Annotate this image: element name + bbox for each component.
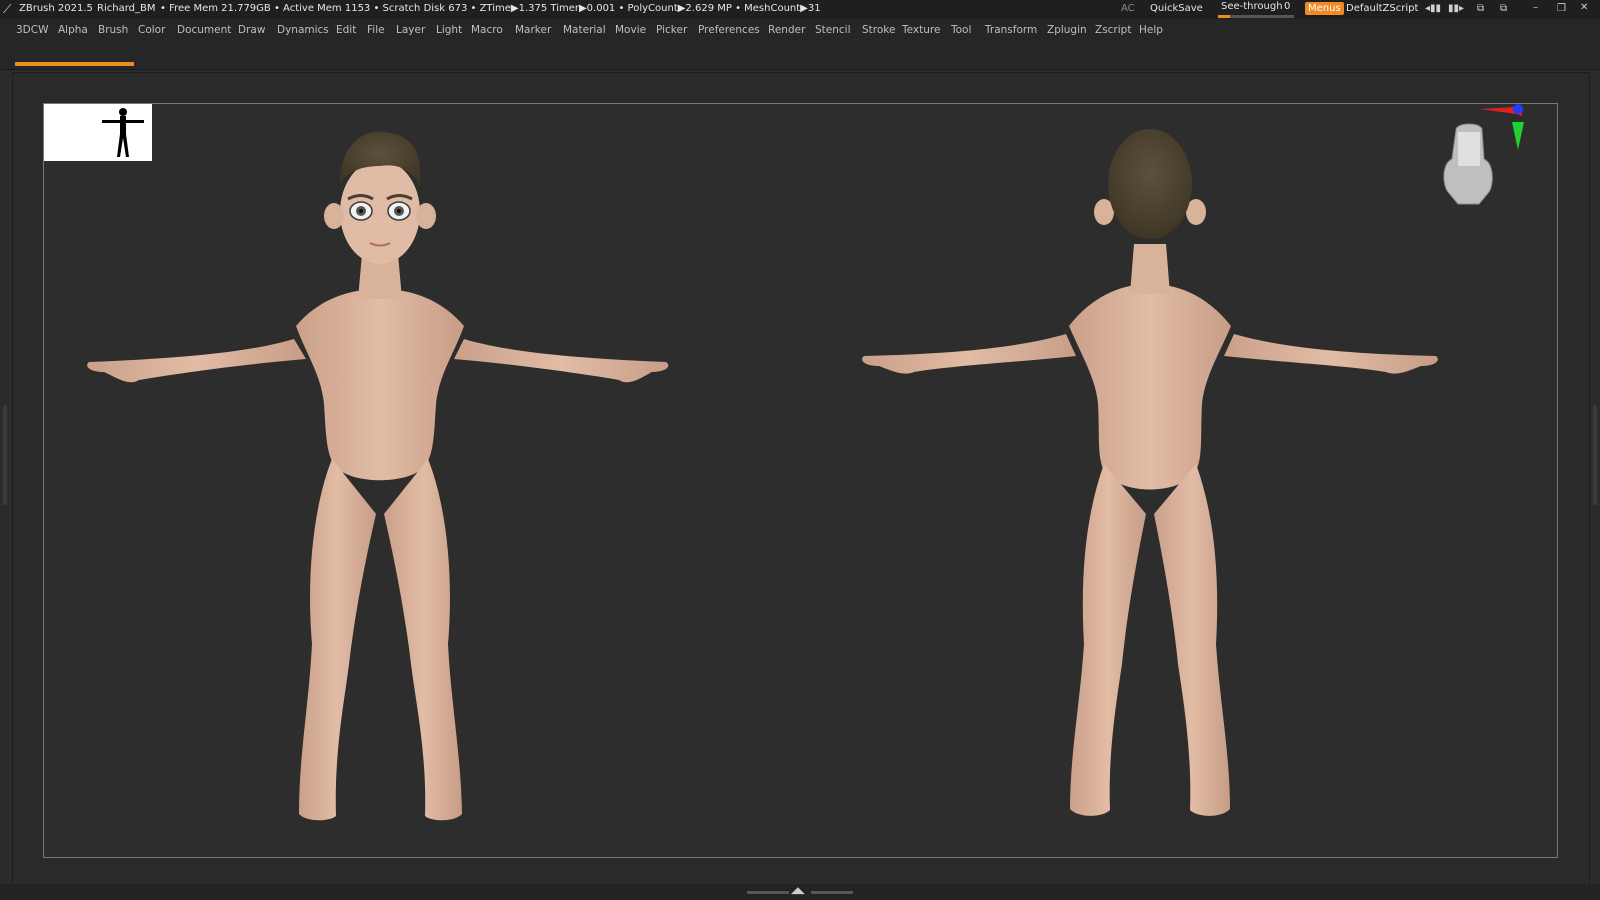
model-render (87, 104, 1524, 821)
menu-bar: 3DCW Alpha Brush Color Document Draw Dyn… (0, 19, 1600, 43)
ac-button[interactable]: AC (1121, 3, 1135, 14)
back-view-figure[interactable] (862, 129, 1438, 816)
navigator-thumbnail[interactable] (44, 104, 152, 161)
project-name: Richard_BM (97, 3, 156, 14)
document-viewport[interactable] (43, 103, 1558, 858)
navigation-cube-icon[interactable] (1443, 123, 1493, 205)
menu-draw[interactable]: Draw (238, 24, 265, 36)
figure-silhouette-icon (102, 108, 144, 157)
tab-strip (0, 43, 1600, 70)
bottom-tray-bar: ◢◣ (0, 884, 1600, 900)
menu-tool[interactable]: Tool (951, 24, 971, 36)
status-readout: • Free Mem 21.779GB • Active Mem 1153 • … (160, 3, 821, 14)
menu-zscript[interactable]: Zscript (1095, 24, 1131, 36)
menu-layer[interactable]: Layer (396, 24, 425, 36)
menu-stroke[interactable]: Stroke (862, 24, 895, 36)
menu-dynamics[interactable]: Dynamics (277, 24, 329, 36)
menu-movie[interactable]: Movie (615, 24, 646, 36)
menu-stencil[interactable]: Stencil (815, 24, 851, 36)
menu-transform[interactable]: Transform (985, 24, 1037, 36)
menu-help[interactable]: Help (1139, 24, 1163, 36)
menu-edit[interactable]: Edit (336, 24, 356, 36)
ui-layout-b-icon[interactable]: ⧉ (1500, 3, 1507, 14)
layout-left-icon[interactable]: ◂▮▮ (1425, 3, 1441, 14)
menu-render[interactable]: Render (768, 24, 805, 36)
quicksave-button[interactable]: QuickSave (1150, 3, 1203, 14)
seethrough-slider[interactable] (1218, 15, 1294, 18)
menus-button[interactable]: Menus (1305, 2, 1344, 15)
close-icon[interactable]: ✕ (1580, 2, 1588, 13)
menu-preferences[interactable]: Preferences (698, 24, 760, 36)
bottom-tray-handle-left[interactable] (747, 891, 789, 894)
layout-right-icon[interactable]: ▮▮▸ (1448, 3, 1464, 14)
bottom-tray-handle-right[interactable] (811, 891, 853, 894)
ui-layout-a-icon[interactable]: ⧉ (1477, 3, 1484, 14)
minimize-icon[interactable]: – (1533, 2, 1538, 13)
app-title: ZBrush 2021.5 (19, 3, 93, 14)
menu-3dcw[interactable]: 3DCW (16, 24, 48, 36)
left-tray-handle[interactable] (3, 405, 7, 505)
menu-file[interactable]: File (367, 24, 385, 36)
menu-picker[interactable]: Picker (656, 24, 687, 36)
front-view-figure[interactable] (87, 131, 669, 821)
gizmo-axis-icon[interactable] (1480, 104, 1524, 150)
expand-tray-icon[interactable]: ◢◣ (791, 886, 805, 896)
menu-alpha[interactable]: Alpha (58, 24, 88, 36)
seethrough-value: 0 (1284, 1, 1291, 12)
restore-icon[interactable]: ❐ (1557, 3, 1566, 14)
menu-marker[interactable]: Marker (515, 24, 551, 36)
right-tray-handle[interactable] (1593, 405, 1597, 505)
title-bar: ⟋ ZBrush 2021.5 Richard_BM • Free Mem 21… (0, 0, 1600, 19)
zscript-button[interactable]: DefaultZScript (1346, 3, 1418, 14)
menu-color[interactable]: Color (138, 24, 165, 36)
menu-document[interactable]: Document (177, 24, 231, 36)
menu-zplugin[interactable]: Zplugin (1047, 24, 1087, 36)
menu-light[interactable]: Light (436, 24, 462, 36)
seethrough-label: See-through (1221, 1, 1283, 12)
zbrush-logo-icon[interactable]: ⟋ (3, 2, 11, 17)
menu-texture[interactable]: Texture (902, 24, 940, 36)
menu-brush[interactable]: Brush (98, 24, 128, 36)
menu-macro[interactable]: Macro (471, 24, 503, 36)
menu-material[interactable]: Material (563, 24, 606, 36)
active-tab-indicator[interactable] (15, 62, 134, 66)
